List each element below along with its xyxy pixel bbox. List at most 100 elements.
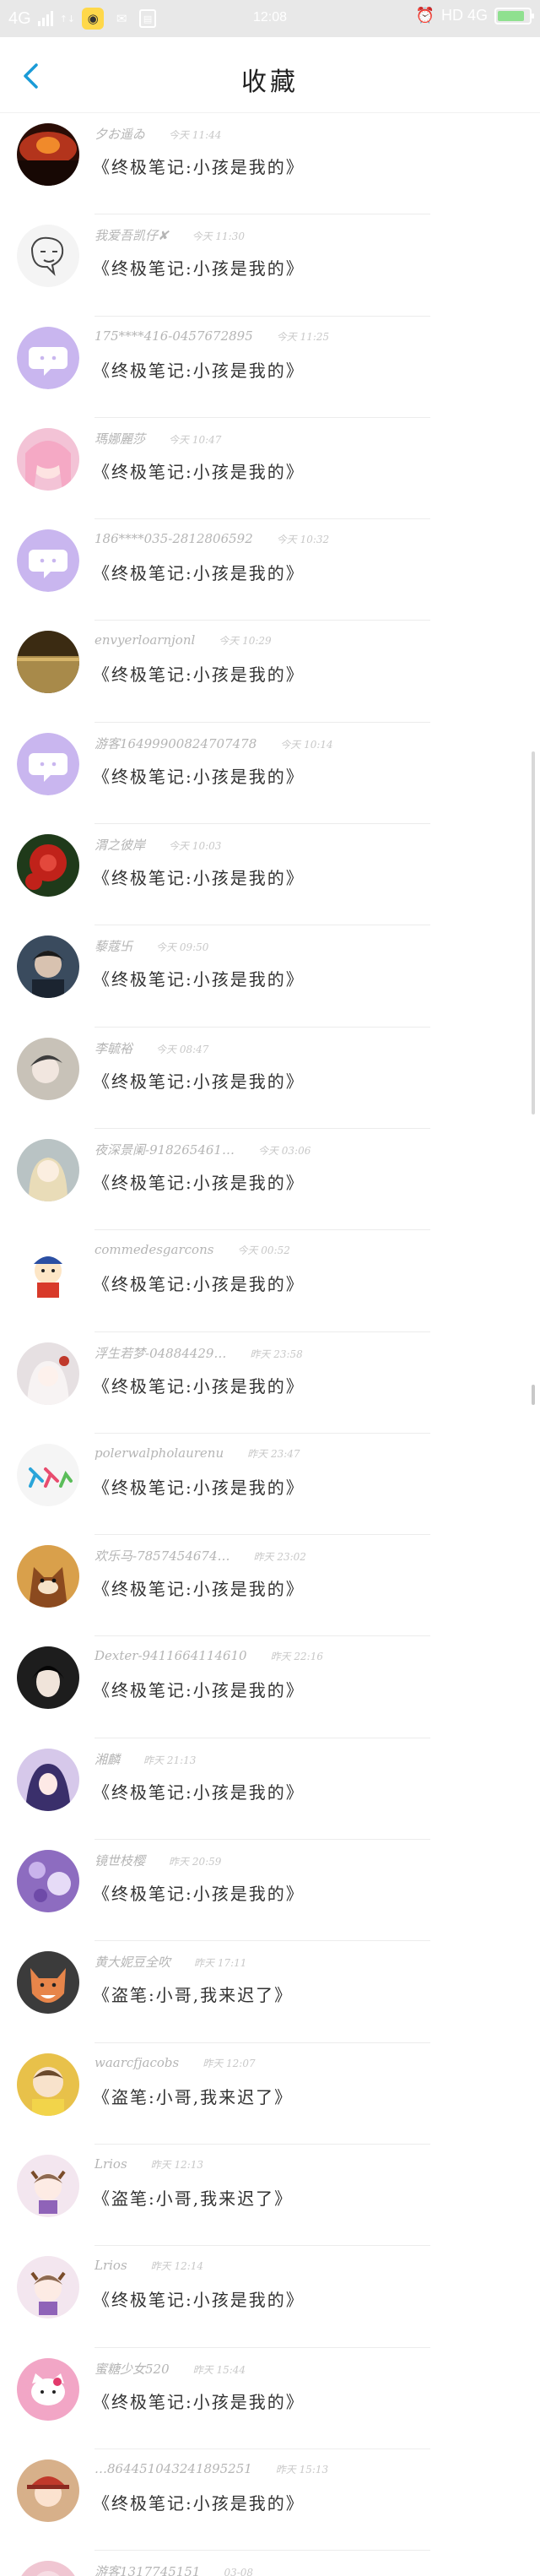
favorite-item[interactable]: 欢乐马-7857454674… 昨天 23:02 《终极笔记:小孩是我的》 bbox=[0, 1535, 540, 1637]
timestamp: 今天 11:44 bbox=[169, 129, 222, 141]
avatar[interactable] bbox=[17, 1443, 79, 1506]
timestamp: 今天 08:47 bbox=[156, 1043, 209, 1055]
avatar[interactable] bbox=[17, 732, 79, 795]
avatar[interactable] bbox=[17, 1545, 79, 1608]
favorite-item[interactable]: 渭之彼岸 今天 10:03 《终极笔记:小孩是我的》 bbox=[0, 824, 540, 926]
page-title: 收藏 bbox=[241, 68, 299, 97]
favorite-item[interactable]: 游客1317745151 03-08 bbox=[0, 2551, 540, 2576]
timestamp: 昨天 23:47 bbox=[247, 1447, 300, 1460]
favorite-meta: 李毓裕 今天 08:47 bbox=[94, 1039, 208, 1057]
favorite-item[interactable]: 我爱吾凯仔✘ 今天 11:30 《终极笔记:小孩是我的》 bbox=[0, 214, 540, 317]
favorite-meta: …864451043241895251 昨天 15:13 bbox=[94, 2461, 328, 2476]
user-name: 藜蔻卐 bbox=[94, 939, 133, 955]
favorite-meta: waarcfjacobs 昨天 12:07 bbox=[94, 2055, 256, 2070]
avatar[interactable] bbox=[17, 935, 79, 999]
favorite-meta: 浮生若梦-04884429… 昨天 23:58 bbox=[94, 1344, 303, 1362]
favorite-title: 《终极笔记:小孩是我的》 bbox=[93, 2391, 305, 2412]
favorite-item[interactable]: 浮生若梦-04884429… 昨天 23:58 《终极笔记:小孩是我的》 bbox=[0, 1332, 540, 1434]
avatar[interactable] bbox=[17, 1646, 79, 1710]
favorite-item[interactable]: polerwalpholaurenu 昨天 23:47 《终极笔记:小孩是我的》 bbox=[0, 1434, 540, 1536]
favorite-title: 《终极笔记:小孩是我的》 bbox=[93, 1782, 305, 1803]
user-name: 蜜糖少女520 bbox=[94, 2361, 170, 2377]
favorite-item[interactable]: Lrios 昨天 12:14 《终极笔记:小孩是我的》 bbox=[0, 2246, 540, 2348]
clipboard-notification-icon: ▤ bbox=[139, 9, 157, 28]
favorite-item[interactable]: Dexter-9411664114610 昨天 22:16 《终极笔记:小孩是我的… bbox=[0, 1636, 540, 1738]
avatar[interactable] bbox=[17, 1138, 79, 1201]
favorite-item[interactable]: waarcfjacobs 昨天 12:07 《盗笔:小哥,我来迟了》 bbox=[0, 2043, 540, 2145]
avatar[interactable] bbox=[17, 1342, 79, 1405]
favorite-item[interactable]: 蜜糖少女520 昨天 15:44 《终极笔记:小孩是我的》 bbox=[0, 2348, 540, 2449]
timestamp: 昨天 15:13 bbox=[275, 2463, 329, 2476]
favorite-item[interactable]: commedesgarcons 今天 00:52 《终极笔记:小孩是我的》 bbox=[0, 1230, 540, 1332]
battery-icon bbox=[494, 7, 534, 24]
user-name: envyerloarnjonl bbox=[94, 632, 196, 648]
favorite-item[interactable]: …864451043241895251 昨天 15:13 《终极笔记:小孩是我的》 bbox=[0, 2449, 540, 2552]
avatar[interactable] bbox=[17, 2256, 79, 2319]
favorite-item[interactable]: 夕お遥ゐ 今天 11:44 《终极笔记:小孩是我的》 bbox=[0, 113, 540, 215]
scrollbar-thumb[interactable] bbox=[532, 1385, 535, 1405]
favorite-item[interactable]: 黄大妮豆全吹 昨天 17:11 《盗笔:小哥,我来迟了》 bbox=[0, 1941, 540, 2043]
favorite-meta: 黄大妮豆全吹 昨天 17:11 bbox=[94, 1953, 246, 1971]
favorite-title: 《终极笔记:小孩是我的》 bbox=[93, 2290, 305, 2311]
user-name: 我爱吾凯仔✘ bbox=[94, 228, 169, 244]
favorite-item[interactable]: 175****416-0457672895 今天 11:25 《终极笔记:小孩是我… bbox=[0, 317, 540, 418]
avatar[interactable] bbox=[17, 1951, 79, 2015]
favorite-meta: 镜世枝樱 昨天 20:59 bbox=[94, 1852, 221, 1869]
favorite-title: 《终极笔记:小孩是我的》 bbox=[93, 563, 305, 584]
favorite-item[interactable]: 瑪娜麗莎 今天 10:47 《终极笔记:小孩是我的》 bbox=[0, 418, 540, 520]
status-bar: 4G ↑↓ ◉ ✉ ▤ 12:08 ⏰ HD 4G bbox=[0, 0, 540, 37]
favorite-title: 《终极笔记:小孩是我的》 bbox=[93, 664, 305, 686]
favorite-item[interactable]: Lrios 昨天 12:13 《盗笔:小哥,我来迟了》 bbox=[0, 2145, 540, 2247]
avatar[interactable] bbox=[17, 225, 79, 288]
favorite-item[interactable]: 李毓裕 今天 08:47 《终极笔记:小孩是我的》 bbox=[0, 1028, 540, 1129]
timestamp: 昨天 12:13 bbox=[150, 2158, 204, 2171]
avatar[interactable] bbox=[17, 326, 79, 389]
favorite-meta: Lrios 昨天 12:13 bbox=[94, 2156, 203, 2172]
user-name: 李毓裕 bbox=[94, 1040, 133, 1056]
user-name: Dexter-9411664114610 bbox=[94, 1648, 247, 1664]
favorite-item[interactable]: 藜蔻卐 今天 09:50 《终极笔记:小孩是我的》 bbox=[0, 925, 540, 1028]
favorite-title: 《盗笔:小哥,我来迟了》 bbox=[93, 2086, 294, 2107]
favorite-item[interactable]: 游客16499900824707478 今天 10:14 《终极笔记:小孩是我的》 bbox=[0, 723, 540, 825]
favorite-item[interactable]: 镜世枝樱 昨天 20:59 《终极笔记:小孩是我的》 bbox=[0, 1840, 540, 1942]
timestamp: 今天 00:52 bbox=[237, 1245, 290, 1257]
avatar[interactable] bbox=[17, 1748, 79, 1811]
favorite-item[interactable]: 夜深景阑-918265461… 今天 03:06 《终极笔记:小孩是我的》 bbox=[0, 1129, 540, 1231]
avatar[interactable] bbox=[17, 1037, 79, 1100]
favorite-title: 《终极笔记:小孩是我的》 bbox=[93, 1884, 305, 1905]
avatar[interactable] bbox=[17, 529, 79, 593]
timestamp: 今天 10:29 bbox=[219, 635, 272, 648]
favorite-title: 《终极笔记:小孩是我的》 bbox=[93, 2492, 305, 2514]
user-name: 游客16499900824707478 bbox=[94, 735, 257, 751]
favorite-meta: commedesgarcons 今天 00:52 bbox=[94, 1242, 290, 1257]
timestamp: 今天 10:47 bbox=[169, 433, 222, 446]
avatar[interactable] bbox=[17, 1240, 79, 1304]
avatar[interactable] bbox=[17, 427, 79, 491]
user-name: 175****416-0457672895 bbox=[94, 328, 253, 344]
timestamp: 今天 10:03 bbox=[169, 840, 222, 853]
favorite-meta: 藜蔻卐 今天 09:50 bbox=[94, 937, 208, 955]
favorite-title: 《终极笔记:小孩是我的》 bbox=[93, 157, 305, 177]
user-name: 渭之彼岸 bbox=[94, 838, 146, 854]
favorite-title: 《终极笔记:小孩是我的》 bbox=[93, 1172, 305, 1193]
user-name: 镜世枝樱 bbox=[94, 1853, 146, 1869]
user-name: Lrios bbox=[94, 2258, 127, 2274]
avatar[interactable] bbox=[17, 2053, 79, 2116]
avatar[interactable] bbox=[17, 834, 79, 898]
avatar[interactable] bbox=[17, 1850, 79, 1913]
user-name: 夕お遥ゐ bbox=[94, 127, 146, 142]
avatar[interactable] bbox=[17, 2154, 79, 2217]
alarm-icon: ⏰ bbox=[415, 7, 435, 24]
avatar[interactable] bbox=[17, 2459, 79, 2522]
favorite-item[interactable]: 湘麟 昨天 21:13 《终极笔记:小孩是我的》 bbox=[0, 1738, 540, 1841]
favorite-meta: Dexter-9411664114610 昨天 22:16 bbox=[94, 1648, 323, 1663]
user-name: 黄大妮豆全吹 bbox=[94, 1955, 171, 1971]
avatar[interactable] bbox=[17, 2561, 79, 2576]
avatar[interactable] bbox=[17, 123, 79, 186]
favorite-meta: 欢乐马-7857454674… 昨天 23:02 bbox=[94, 1547, 306, 1565]
scrollbar[interactable] bbox=[532, 751, 535, 1114]
favorite-item[interactable]: envyerloarnjonl 今天 10:29 《终极笔记:小孩是我的》 bbox=[0, 621, 540, 723]
avatar[interactable] bbox=[17, 631, 79, 694]
avatar[interactable] bbox=[17, 2357, 79, 2421]
favorite-item[interactable]: 186****035-2812806592 今天 10:32 《终极笔记:小孩是我… bbox=[0, 519, 540, 621]
